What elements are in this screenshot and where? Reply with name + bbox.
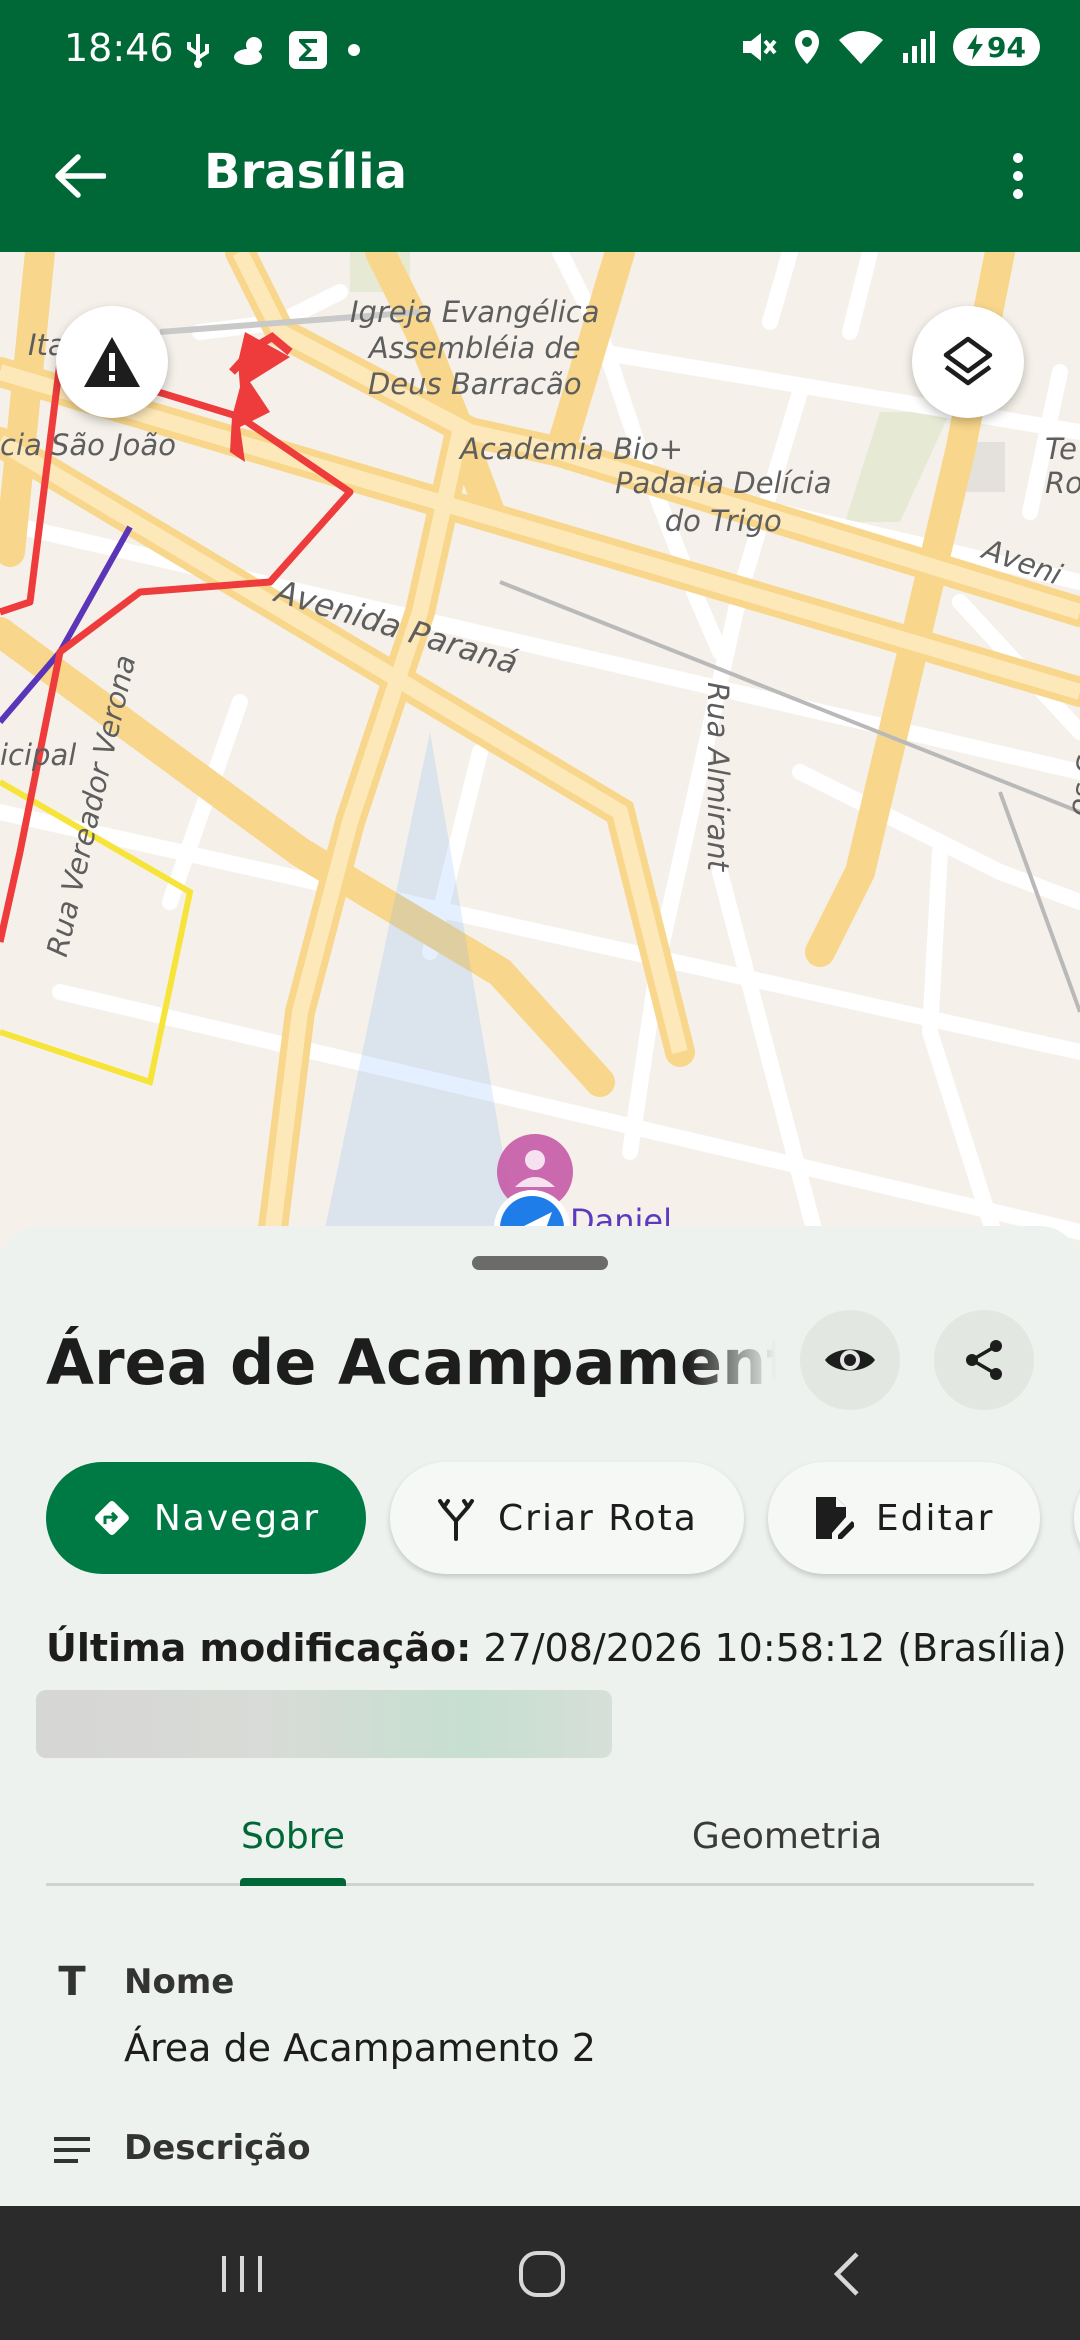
- layers-button[interactable]: [912, 306, 1024, 418]
- home-icon: [519, 2251, 565, 2297]
- edit-label: Editar: [875, 1497, 995, 1539]
- name-field-label: Nome: [124, 1962, 235, 2002]
- map-label-te-ro: Te Ro: [1045, 432, 1080, 500]
- edit-document-icon: [815, 1497, 854, 1539]
- more-options-button[interactable]: [986, 140, 1050, 212]
- weather-icon: [234, 37, 262, 65]
- feature-title: Área de Acampamento 2: [46, 1326, 776, 1399]
- share-icon: [966, 1340, 1002, 1380]
- mute-icon: [743, 33, 777, 61]
- tab-geometry[interactable]: Geometria: [540, 1786, 1034, 1886]
- description-field-label: Descrição: [124, 2128, 311, 2168]
- notes-icon: [54, 2137, 90, 2163]
- directions-icon: [94, 1501, 129, 1535]
- back-button[interactable]: [40, 140, 120, 212]
- last-modified: Última modificação: 27/08/2026 10:58:12 …: [46, 1626, 1067, 1670]
- create-route-button[interactable]: Criar Rota: [390, 1462, 744, 1574]
- tab-about[interactable]: Sobre: [46, 1786, 540, 1886]
- recent-apps-icon: [222, 2256, 262, 2292]
- battery-level: 94: [987, 30, 1026, 64]
- redacted-content: [36, 1690, 612, 1758]
- share-button[interactable]: [934, 1310, 1034, 1410]
- recent-apps-button[interactable]: [182, 2236, 302, 2312]
- map-view[interactable]: Igreja Evangélica Assembléia de Deus Bar…: [0, 252, 1080, 1252]
- usb-icon: [187, 34, 209, 68]
- drag-handle[interactable]: [472, 1256, 608, 1270]
- navigate-label: Navegar: [153, 1497, 320, 1539]
- chevron-back-icon: [833, 2252, 859, 2296]
- text-field-icon: T: [58, 1959, 86, 2005]
- map-label-sao-joao: cia São João: [0, 428, 176, 462]
- system-navigation-bar: [0, 2206, 1080, 2340]
- create-route-label: Criar Rota: [498, 1497, 698, 1539]
- page-title: Brasília: [204, 144, 407, 200]
- signal-icon: [903, 31, 936, 63]
- status-left-icons: [184, 30, 362, 70]
- status-right-icons: 94: [739, 28, 1040, 66]
- last-modified-label: Última modificação:: [46, 1626, 472, 1670]
- action-buttons: Navegar Criar Rota Editar: [46, 1462, 1041, 1574]
- home-button[interactable]: [482, 2236, 602, 2312]
- system-back-button[interactable]: [786, 2236, 906, 2312]
- map-label-gym: Academia Bio+: [460, 432, 684, 466]
- more-vert-icon: [1013, 153, 1023, 199]
- more-actions-button[interactable]: [1074, 1462, 1080, 1574]
- dot-icon: [348, 44, 360, 56]
- last-modified-value: 27/08/2026 10:58:12 (Brasília): [483, 1626, 1067, 1670]
- name-field-value: Área de Acampamento 2: [124, 2026, 596, 2070]
- layers-icon: [943, 336, 993, 386]
- map-label-rua-almirante: Rua Almirant: [701, 682, 735, 872]
- feature-bottom-sheet: Área de Acampamento 2 Navegar Criar Rota…: [0, 1226, 1080, 2206]
- battery-icon: 94: [953, 28, 1040, 66]
- map-label-padaria: Padaria Delícia do Trigo: [615, 466, 832, 538]
- charging-icon: [967, 34, 984, 60]
- fork-route-icon: [438, 1499, 474, 1541]
- edit-button[interactable]: Editar: [767, 1462, 1041, 1574]
- tab-bar: Sobre Geometria: [46, 1786, 1034, 1886]
- sigma-app-icon: [289, 31, 327, 69]
- map-label-church: Igreja Evangélica Assembléia de Deus Bar…: [350, 295, 600, 401]
- status-bar: 18:46 94: [0, 0, 1080, 100]
- eye-icon: [825, 1349, 875, 1371]
- warning-icon: [84, 337, 140, 387]
- navigate-button[interactable]: Navegar: [46, 1462, 366, 1574]
- app-bar: Brasília: [0, 100, 1080, 252]
- warning-button[interactable]: [56, 306, 168, 418]
- map-roads: [0, 252, 1080, 1252]
- arrow-back-icon: [55, 154, 106, 198]
- map-label-municipal: icipal: [0, 738, 77, 772]
- location-icon: [795, 30, 820, 64]
- wifi-icon: [839, 31, 884, 64]
- visibility-button[interactable]: [800, 1310, 900, 1410]
- status-time: 18:46: [64, 26, 174, 70]
- tab-indicator: [240, 1878, 346, 1886]
- description-icon: [48, 2126, 96, 2174]
